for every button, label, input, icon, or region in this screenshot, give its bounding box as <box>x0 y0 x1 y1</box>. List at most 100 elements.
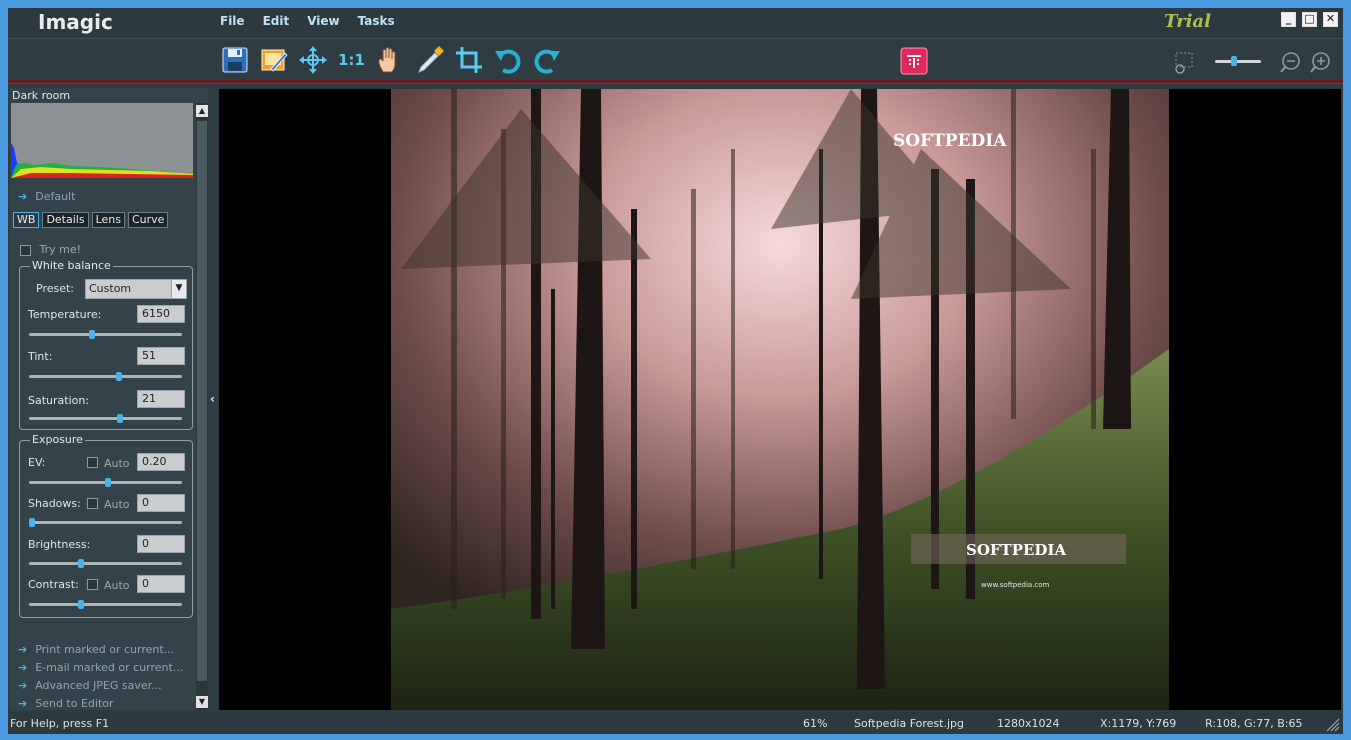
image-dimensions: 1280x1024 <box>997 717 1060 730</box>
zoom-percent: 61% <box>803 717 828 730</box>
slider-knob[interactable] <box>29 518 35 527</box>
white-balance-group: White balance Preset: Custom ▼ Temperatu… <box>19 259 193 430</box>
arrow-right-icon: ➔ <box>18 697 28 710</box>
scroll-down-icon[interactable]: ▼ <box>196 696 208 708</box>
jpeg-saver-link[interactable]: ➔ Advanced JPEG saver... <box>18 679 162 692</box>
pixel-rgb: R:108, G:77, B:65 <box>1205 717 1303 730</box>
slider-knob[interactable] <box>115 372 122 381</box>
shadows-auto-label: Auto <box>104 498 130 511</box>
arrow-right-icon: ➔ <box>18 661 28 674</box>
print-link[interactable]: ➔ Print marked or current... <box>18 643 174 656</box>
watermark-top: SOFTPEDIA <box>893 131 1007 151</box>
zoom-slider[interactable] <box>1215 56 1261 66</box>
menu-bar: File Edit View Tasks <box>220 14 413 28</box>
tint-slider[interactable] <box>29 372 182 381</box>
chevron-down-icon[interactable]: ▼ <box>171 280 186 298</box>
selection-icon[interactable] <box>1172 51 1196 75</box>
shadows-field[interactable]: 0 <box>137 494 185 512</box>
slider-knob[interactable] <box>89 330 96 339</box>
panel-scrollbar[interactable]: ▲ ▼ <box>196 103 208 710</box>
shadows-label: Shadows: <box>28 497 81 510</box>
status-bar: For Help, press F1 61% Softpedia Forest.… <box>8 712 1343 734</box>
preset-label: Preset: <box>36 282 75 295</box>
zoom-in-icon[interactable] <box>1310 51 1332 73</box>
arrow-right-icon: ➔ <box>18 643 28 656</box>
scroll-up-icon[interactable]: ▲ <box>196 105 208 117</box>
hand-pan-icon[interactable] <box>374 45 404 75</box>
ev-auto-checkbox[interactable] <box>87 457 98 468</box>
tab-details[interactable]: Details <box>42 212 89 228</box>
edit-image-icon[interactable] <box>259 45 289 75</box>
darkroom-tabs: WB Details Lens Curve <box>13 212 169 228</box>
ev-label: EV: <box>28 456 46 469</box>
shadows-slider[interactable] <box>29 518 182 527</box>
shadows-auto-checkbox[interactable] <box>87 498 98 509</box>
brightness-slider[interactable] <box>29 559 182 568</box>
collapse-panel-icon[interactable]: ‹ <box>210 392 218 406</box>
save-icon[interactable] <box>220 45 250 75</box>
rotate-left-icon[interactable] <box>493 45 523 75</box>
tab-wb[interactable]: WB <box>13 212 40 228</box>
contrast-auto-label: Auto <box>104 579 130 592</box>
temperature-field[interactable]: 6150 <box>137 305 185 323</box>
ev-field[interactable]: 0.20 <box>137 453 185 471</box>
crop-icon[interactable] <box>454 45 484 75</box>
menu-edit[interactable]: Edit <box>263 14 290 28</box>
menu-view[interactable]: View <box>307 14 339 28</box>
brightness-label: Brightness: <box>28 538 91 551</box>
actual-size-icon[interactable]: 1:1 <box>338 51 368 81</box>
try-me-checkbox[interactable] <box>20 244 31 256</box>
zoom-slider-knob[interactable] <box>1231 56 1237 66</box>
contrast-slider[interactable] <box>29 600 182 609</box>
minimize-button[interactable]: _ <box>1281 12 1296 27</box>
temperature-slider[interactable] <box>29 330 182 339</box>
eyedropper-icon[interactable] <box>415 45 445 75</box>
cursor-coordinates: X:1179, Y:769 <box>1100 717 1177 730</box>
arrow-right-icon: ➔ <box>18 679 28 692</box>
saturation-slider[interactable] <box>29 414 182 423</box>
white-balance-label: White balance <box>30 259 113 272</box>
tab-curve[interactable]: Curve <box>127 212 169 228</box>
toolbar: 1:1 <box>8 38 1343 80</box>
title-bar: Imagic File Edit View Tasks Trial _ □ ✕ <box>8 8 1343 38</box>
forest-photo: SOFTPEDIA SOFTPEDIA www.softpedia.com <box>391 89 1169 710</box>
slider-knob[interactable] <box>77 600 84 609</box>
red-tool-icon[interactable] <box>900 47 928 75</box>
ev-slider[interactable] <box>29 478 182 487</box>
darkroom-panel: Dark room ▲ ▼ ➔ Default WB Details Lens C… <box>10 88 208 710</box>
tab-lens[interactable]: Lens <box>91 212 125 228</box>
ev-auto-label: Auto <box>104 457 130 470</box>
arrow-right-icon: ➔ <box>18 190 28 203</box>
saturation-field[interactable]: 21 <box>137 390 185 408</box>
tint-field[interactable]: 51 <box>137 347 185 365</box>
close-button[interactable]: ✕ <box>1323 12 1338 27</box>
maximize-button[interactable]: □ <box>1302 12 1317 27</box>
panel-title: Dark room <box>12 89 71 102</box>
menu-tasks[interactable]: Tasks <box>358 14 395 28</box>
zoom-out-icon[interactable] <box>1280 51 1302 73</box>
email-link[interactable]: ➔ E-mail marked or current... <box>18 661 183 674</box>
scroll-thumb[interactable] <box>197 121 207 681</box>
fit-move-icon[interactable] <box>298 45 328 75</box>
send-to-editor-link[interactable]: ➔ Send to Editor <box>18 697 114 710</box>
contrast-field[interactable]: 0 <box>137 575 185 593</box>
try-me-option[interactable]: Try me! <box>20 243 81 256</box>
watermark-url: www.softpedia.com <box>981 581 1050 589</box>
rotate-right-icon[interactable] <box>532 45 562 75</box>
slider-knob[interactable] <box>105 478 112 487</box>
default-link[interactable]: ➔ Default <box>18 190 75 203</box>
slider-knob[interactable] <box>77 559 84 568</box>
resize-grip-icon[interactable] <box>1326 718 1340 732</box>
app-window: Imagic File Edit View Tasks Trial _ □ ✕ <box>8 8 1343 734</box>
contrast-auto-checkbox[interactable] <box>87 579 98 590</box>
watermark-bottom: SOFTPEDIA <box>966 541 1066 559</box>
file-name: Softpedia Forest.jpg <box>854 717 965 730</box>
menu-file[interactable]: File <box>220 14 245 28</box>
tint-label: Tint: <box>28 350 53 363</box>
brightness-field[interactable]: 0 <box>137 535 185 553</box>
image-canvas[interactable]: SOFTPEDIA SOFTPEDIA www.softpedia.com <box>218 88 1342 711</box>
exposure-label: Exposure <box>30 433 85 446</box>
preset-select[interactable]: Custom ▼ <box>85 279 187 299</box>
toolbar-divider <box>8 80 1343 84</box>
slider-knob[interactable] <box>117 414 124 423</box>
